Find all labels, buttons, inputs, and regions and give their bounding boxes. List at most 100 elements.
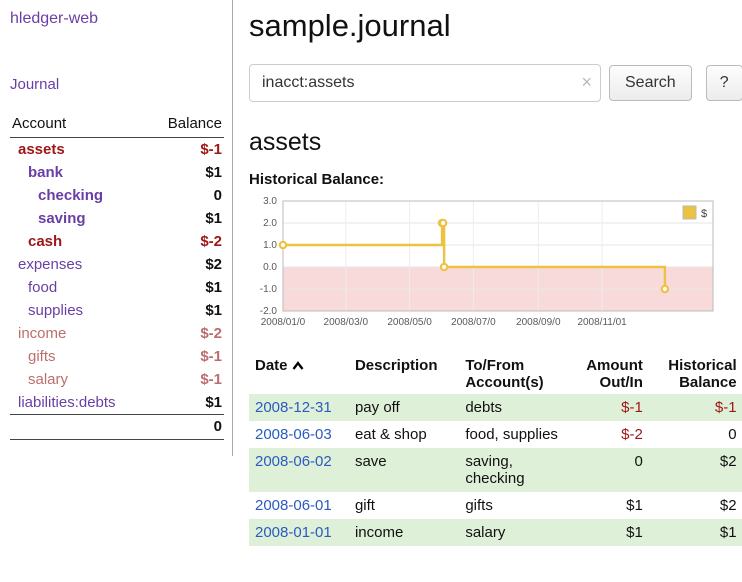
transaction-accounts: gifts [459, 492, 574, 519]
transaction-amount: $-1 [574, 394, 649, 421]
account-balance: $-1 [148, 368, 224, 391]
transaction-accounts: food, supplies [459, 421, 574, 448]
account-balance: $-1 [148, 345, 224, 368]
clear-search-icon[interactable]: × [581, 72, 592, 92]
account-link-liabilities-debts[interactable]: liabilities:debts [18, 394, 116, 411]
search-bar: × Search ? [249, 64, 742, 102]
svg-text:2008/03/0: 2008/03/0 [324, 317, 369, 328]
transaction-accounts: salary [459, 519, 574, 546]
accounts-total-balance: 0 [148, 415, 224, 440]
account-link-salary[interactable]: salary [28, 371, 68, 388]
account-row: income $-2 [10, 322, 224, 345]
account-link-food[interactable]: food [28, 279, 57, 296]
account-balance: $-1 [148, 138, 224, 162]
transaction-date-link[interactable]: 2008-12-31 [255, 399, 332, 416]
account-link-assets[interactable]: assets [18, 141, 65, 158]
register-table: Date Description To/From Account(s) Amou… [249, 354, 742, 546]
account-row: supplies $1 [10, 299, 224, 322]
account-balance: $1 [148, 299, 224, 322]
account-balance: $2 [148, 253, 224, 276]
register-header-amount: Amount Out/In [574, 354, 649, 394]
svg-text:2008/07/0: 2008/07/0 [451, 317, 496, 328]
account-row: salary $-1 [10, 368, 224, 391]
accounts-header-balance: Balance [148, 113, 224, 138]
app-window: hledger-web Journal Account Balance asse… [0, 0, 742, 546]
transaction-balance: $1 [649, 519, 742, 546]
account-balance: $-2 [148, 230, 224, 253]
chart-title: Historical Balance: [249, 171, 742, 188]
svg-text:-1.0: -1.0 [260, 284, 278, 295]
register-row: 2008-06-03 eat & shop food, supplies $-2… [249, 421, 742, 448]
account-link-cash[interactable]: cash [28, 233, 62, 250]
svg-text:2008/01/0: 2008/01/0 [261, 317, 306, 328]
account-link-checking[interactable]: checking [38, 187, 103, 204]
account-link-gifts[interactable]: gifts [28, 348, 56, 365]
transaction-balance: $2 [649, 492, 742, 519]
sort-ascending-icon [292, 357, 304, 374]
account-link-income[interactable]: income [18, 325, 66, 342]
transaction-amount: 0 [574, 448, 649, 492]
account-row: food $1 [10, 276, 224, 299]
transaction-balance: $2 [649, 448, 742, 492]
account-balance: $1 [148, 207, 224, 230]
transaction-date-link[interactable]: 2008-06-01 [255, 497, 332, 514]
svg-text:2.0: 2.0 [263, 218, 277, 229]
accounts-header-account: Account [10, 113, 148, 138]
transaction-accounts: saving, checking [459, 448, 574, 492]
transaction-date-link[interactable]: 2008-06-02 [255, 453, 332, 470]
register-header-date[interactable]: Date [249, 354, 349, 394]
accounts-total-row: 0 [10, 415, 224, 440]
account-link-saving[interactable]: saving [38, 210, 86, 227]
account-balance: $1 [148, 276, 224, 299]
historical-balance-chart: 3.02.01.00.0-1.0-2.02008/01/02008/03/020… [249, 196, 719, 332]
account-link-supplies[interactable]: supplies [28, 302, 83, 319]
svg-text:0.0: 0.0 [263, 262, 277, 273]
register-row: 2008-12-31 pay off debts $-1 $-1 [249, 394, 742, 421]
account-row: cash $-2 [10, 230, 224, 253]
transaction-date-link[interactable]: 2008-01-01 [255, 524, 332, 541]
search-input[interactable] [249, 64, 601, 102]
transaction-description: pay off [349, 394, 459, 421]
account-row: bank $1 [10, 161, 224, 184]
transaction-description: income [349, 519, 459, 546]
transaction-description: save [349, 448, 459, 492]
date-header-label: Date [255, 357, 288, 374]
page-title: sample.journal [249, 8, 742, 44]
account-row: gifts $-1 [10, 345, 224, 368]
journal-link[interactable]: Journal [10, 76, 59, 93]
account-link-bank[interactable]: bank [28, 164, 63, 181]
transaction-description: gift [349, 492, 459, 519]
svg-text:$: $ [701, 208, 707, 220]
account-balance: $1 [148, 391, 224, 415]
account-row: checking 0 [10, 184, 224, 207]
transaction-date-link[interactable]: 2008-06-03 [255, 426, 332, 443]
transaction-description: eat & shop [349, 421, 459, 448]
main-content: sample.journal × Search ? assets Histori… [233, 0, 742, 546]
svg-text:2008/05/0: 2008/05/0 [387, 317, 432, 328]
transaction-balance: $-1 [649, 394, 742, 421]
account-balance: $-2 [148, 322, 224, 345]
svg-text:2008/11/01: 2008/11/01 [577, 317, 627, 328]
svg-text:-2.0: -2.0 [260, 306, 278, 317]
transaction-amount: $1 [574, 519, 649, 546]
account-balance: $1 [148, 161, 224, 184]
register-header-accounts: To/From Account(s) [459, 354, 574, 394]
help-button[interactable]: ? [706, 65, 742, 101]
app-title-link[interactable]: hledger-web [10, 10, 224, 28]
account-row: expenses $2 [10, 253, 224, 276]
account-row: liabilities:debts $1 [10, 391, 224, 415]
transaction-amount: $1 [574, 492, 649, 519]
account-row: saving $1 [10, 207, 224, 230]
transaction-balance: 0 [649, 421, 742, 448]
account-balance: 0 [148, 184, 224, 207]
account-link-expenses[interactable]: expenses [18, 256, 82, 273]
register-row: 2008-06-02 save saving, checking 0 $2 [249, 448, 742, 492]
search-button[interactable]: Search [609, 65, 692, 101]
svg-text:2008/09/0: 2008/09/0 [516, 317, 561, 328]
svg-text:3.0: 3.0 [263, 196, 277, 207]
account-row: assets $-1 [10, 138, 224, 162]
accounts-table: Account Balance assets $-1 bank $1 check… [10, 113, 224, 440]
transaction-amount: $-2 [574, 421, 649, 448]
sidebar: hledger-web Journal Account Balance asse… [0, 0, 233, 456]
transaction-accounts: debts [459, 394, 574, 421]
